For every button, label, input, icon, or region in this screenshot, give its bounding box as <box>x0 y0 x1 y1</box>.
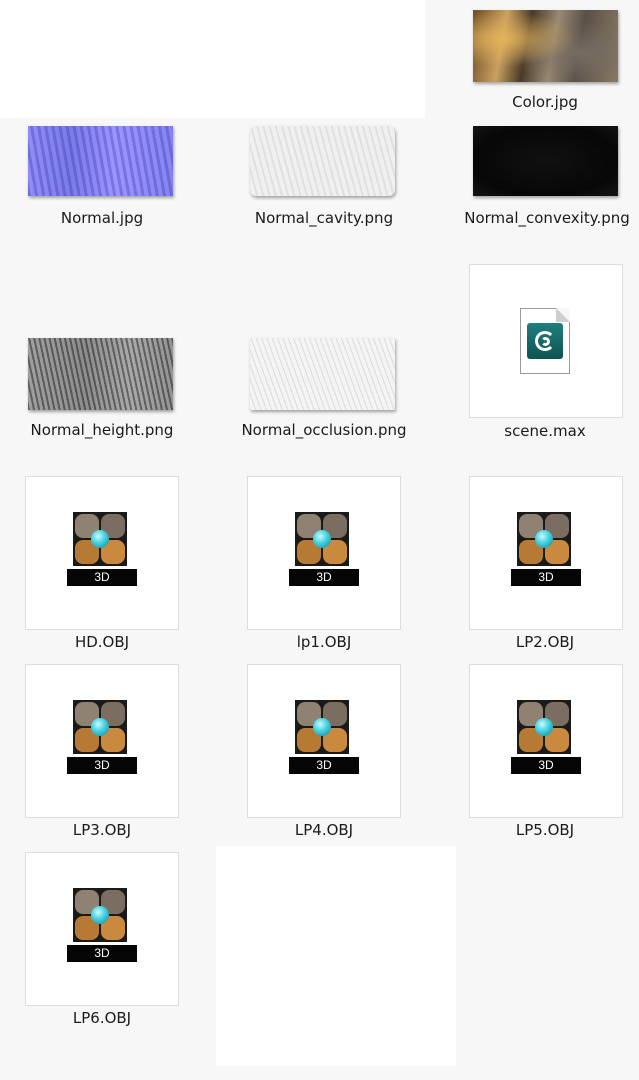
file-item-lp2[interactable]: 3D LP2.OBJ <box>445 475 639 655</box>
obj-3d-file-icon: 3D <box>67 888 137 962</box>
3d-badge: 3D <box>511 569 581 586</box>
normal-map-thumbnail <box>28 126 173 196</box>
file-name: HD.OBJ <box>74 633 130 651</box>
file-item-height[interactable]: Normal_height.png <box>2 336 202 466</box>
cavity-map-thumbnail <box>250 126 395 196</box>
obj-3d-file-icon: 3D <box>67 512 137 586</box>
3d-badge: 3D <box>289 757 359 774</box>
file-name: Normal_height.png <box>30 421 174 439</box>
obj-3d-file-icon: 3D <box>289 700 359 774</box>
file-name: LP2.OBJ <box>515 633 575 651</box>
obj-3d-file-icon: 3D <box>289 512 359 586</box>
3d-badge: 3D <box>67 945 137 962</box>
file-item-lp4[interactable]: 3D LP4.OBJ <box>224 663 424 843</box>
file-item-lp6[interactable]: 3D LP6.OBJ <box>2 851 202 1031</box>
file-name: LP3.OBJ <box>72 821 132 839</box>
file-item-color[interactable]: Color.jpg <box>445 8 639 118</box>
file-name: lp1.OBJ <box>296 633 352 651</box>
obj-3d-file-icon: 3D <box>511 512 581 586</box>
file-item-normal[interactable]: Normal.jpg <box>2 124 202 234</box>
3d-badge: 3D <box>511 757 581 774</box>
file-item-lp3[interactable]: 3D LP3.OBJ <box>2 663 202 843</box>
obj-3d-file-icon: 3D <box>511 700 581 774</box>
file-item-convexity[interactable]: Normal_convexity.png <box>447 124 639 254</box>
color-thumbnail <box>473 10 618 82</box>
3d-badge: 3D <box>67 569 137 586</box>
occlusion-map-thumbnail <box>250 338 395 410</box>
blank-area-bottom <box>216 846 456 1066</box>
file-name: Normal_occlusion.png <box>241 421 407 439</box>
file-name: Normal.jpg <box>60 209 144 227</box>
file-name: scene.max <box>504 422 586 440</box>
blank-area-top-left <box>0 0 425 118</box>
file-item-lp5[interactable]: 3D LP5.OBJ <box>445 663 639 843</box>
file-item-cavity[interactable]: Normal_cavity.png <box>224 124 424 254</box>
file-item-hd[interactable]: 3D HD.OBJ <box>2 475 202 655</box>
file-item-lp1[interactable]: 3D lp1.OBJ <box>224 475 424 655</box>
3ds-max-file-icon <box>520 308 570 374</box>
file-name: Color.jpg <box>512 93 578 111</box>
file-item-occlusion[interactable]: Normal_occlusion.png <box>224 336 424 466</box>
convexity-map-thumbnail <box>473 126 618 196</box>
obj-3d-file-icon: 3D <box>67 700 137 774</box>
3d-badge: 3D <box>67 757 137 774</box>
file-name: Normal_convexity.png <box>464 209 630 227</box>
file-name: LP6.OBJ <box>72 1009 132 1027</box>
file-name: Normal_cavity.png <box>254 209 394 227</box>
file-name: LP4.OBJ <box>294 821 354 839</box>
file-item-scene[interactable]: scene.max <box>445 262 639 442</box>
height-map-thumbnail <box>28 338 173 410</box>
3d-badge: 3D <box>289 569 359 586</box>
file-name: LP5.OBJ <box>515 821 575 839</box>
